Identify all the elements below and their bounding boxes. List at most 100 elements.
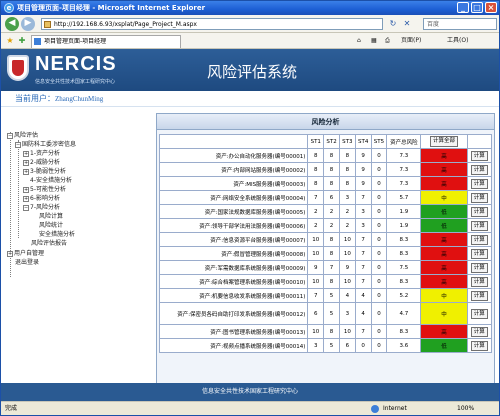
tree-item-vulnerability[interactable]: +3-脆弱性分析 [23,167,66,176]
calc-button[interactable]: 计算 [470,248,488,259]
calc-button[interactable]: 计算 [470,340,488,351]
st-value: 2 [307,204,325,219]
total-risk: 5.2 [386,288,422,303]
risk-level: 低 [420,204,468,219]
risk-level: 高 [420,176,468,191]
st-value: 10 [307,274,325,289]
tree-item-measures[interactable]: 4-安全措施分析 [23,176,72,185]
col-st4: ST4 [354,134,372,149]
tab-toolbar: ★ ✚ 项目管理页面-项目经理 ⌂ ▦ ⎙ 页面(P) 工具(O) [1,33,499,49]
tree-logout[interactable]: 退出登录 [15,258,39,267]
st-value: 7 [323,260,340,275]
table-row: 资产:图书管理系统服务器(编号00013) 10 8 10 7 0 8.3 高计算 [158,324,493,339]
st-value: 8 [307,176,325,191]
favorites-star-icon[interactable]: ★ [4,35,16,47]
maximize-button[interactable]: □ [471,2,483,13]
tools-menu[interactable]: 工具(O) [447,36,468,46]
calc-button[interactable]: 计算 [470,276,488,287]
tree-item-risk-calc[interactable]: 风险计算 [39,212,63,221]
calc-button[interactable]: 计算 [470,206,488,217]
tree-root-risk[interactable]: − 风险评估 [7,131,38,140]
forward-icon[interactable]: ▶ [21,17,35,31]
back-icon[interactable]: ◀ [5,17,19,31]
print-icon[interactable]: ⎙ [385,36,390,46]
tree-item-possibility[interactable]: +5-可能性分析 [23,185,66,194]
add-favorite-icon[interactable]: ✚ [16,35,28,47]
col-total-risk: 资产总风险 [386,134,422,149]
tab-current[interactable]: 项目管理页面-项目经理 [31,35,181,48]
risk-level: 高 [420,232,468,247]
calc-button[interactable]: 计算 [470,326,488,337]
calc-button[interactable]: 计算 [470,234,488,245]
tree-item-report[interactable]: 风险评估报告 [31,239,67,248]
st-value: 8 [338,148,356,163]
close-button[interactable]: × [485,2,497,13]
st-value: 0 [370,218,388,233]
tree-user-mgmt[interactable]: + 用户自管理 [7,249,44,258]
table-row: 资产:国家法规数据库服务器(编号00005) 2 2 2 3 0 1.9 低计算 [158,204,493,219]
calc-button[interactable]: 计算 [470,262,488,273]
calc-cell: 计算 [466,338,493,353]
minimize-button[interactable]: _ [457,2,469,13]
st-value: 10 [338,274,356,289]
tree-org[interactable]: − 国防科工委涉密信息 [15,140,76,149]
risk-level: 低 [420,218,468,233]
tree-item-risk-analysis[interactable]: −7-风险分析 [23,203,60,212]
calc-button[interactable]: 计算 [470,178,488,189]
tab-page-icon [34,38,41,45]
title-bar: e 项目管理页面-项目经理 - Microsoft Internet Explo… [1,1,499,15]
st-value: 8 [338,176,356,191]
calc-button[interactable]: 计算 [470,220,488,231]
calc-all-button[interactable]: 计算全部 [429,136,458,147]
tree-item-risk-stats[interactable]: 风险统计 [39,221,63,230]
calc-cell: 计算 [466,190,493,205]
page-menu[interactable]: 页面(P) [401,36,421,46]
st-value: 5 [323,338,340,353]
st-value: 3 [338,190,356,205]
address-field[interactable]: http://192.168.6.93/xsplat/Page_Project_… [41,18,383,30]
tree-item-threat[interactable]: +2-威胁分析 [23,158,60,167]
calc-button[interactable]: 计算 [470,308,488,319]
asset-name: 资产:领导干部学法用法服务器(编号00006) [158,218,309,233]
calc-cell: 计算 [466,246,493,261]
refresh-icon[interactable]: ↻ [387,18,399,30]
st-value: 2 [338,204,356,219]
stop-icon[interactable]: ✕ [401,18,413,30]
st-value: 10 [307,324,325,339]
calc-button[interactable]: 计算 [470,164,488,175]
calc-button[interactable]: 计算 [470,192,488,203]
calc-button[interactable]: 计算 [470,290,488,301]
zoom-level[interactable]: 100% [457,402,474,415]
st-value: 0 [370,190,388,205]
st-value: 10 [338,246,356,261]
risk-level: 高 [420,274,468,289]
st-value: 10 [307,232,325,247]
st-value: 2 [338,218,356,233]
st-value: 7 [354,246,372,261]
st-value: 7 [354,324,372,339]
calc-button[interactable]: 计算 [470,150,488,161]
home-icon[interactable]: ⌂ [357,36,361,46]
tree-item-impact[interactable]: +6-影响分析 [23,194,60,203]
search-input[interactable]: 百度 [423,18,497,30]
feeds-icon[interactable]: ▦ [371,36,377,46]
logo-text: NERCIS [35,53,117,75]
st-value: 0 [370,288,388,303]
st-value: 5 [323,302,340,325]
col-st5: ST5 [370,134,388,149]
st-value: 0 [354,338,372,353]
system-title: 风险评估系统 [207,63,298,81]
st-value: 0 [370,274,388,289]
st-value: 9 [354,162,372,177]
total-risk: 8.3 [386,232,422,247]
tree-item-measure-analysis[interactable]: 安全措施分析 [39,230,75,239]
user-bar: 当前用户：ZhangChunMing [1,91,499,107]
total-risk: 1.9 [386,204,422,219]
page-icon [44,21,51,28]
tree-item-asset[interactable]: +1-资产分析 [23,149,60,158]
st-value: 3 [354,218,372,233]
total-risk: 7.3 [386,162,422,177]
col-action [466,134,493,149]
table-row: 资产:综合档案管理系统服务器(编号00010) 10 8 10 7 0 8.3 高计算 [158,274,493,289]
asset-name: 资产:内部网站服务器(编号00002) [158,162,309,177]
